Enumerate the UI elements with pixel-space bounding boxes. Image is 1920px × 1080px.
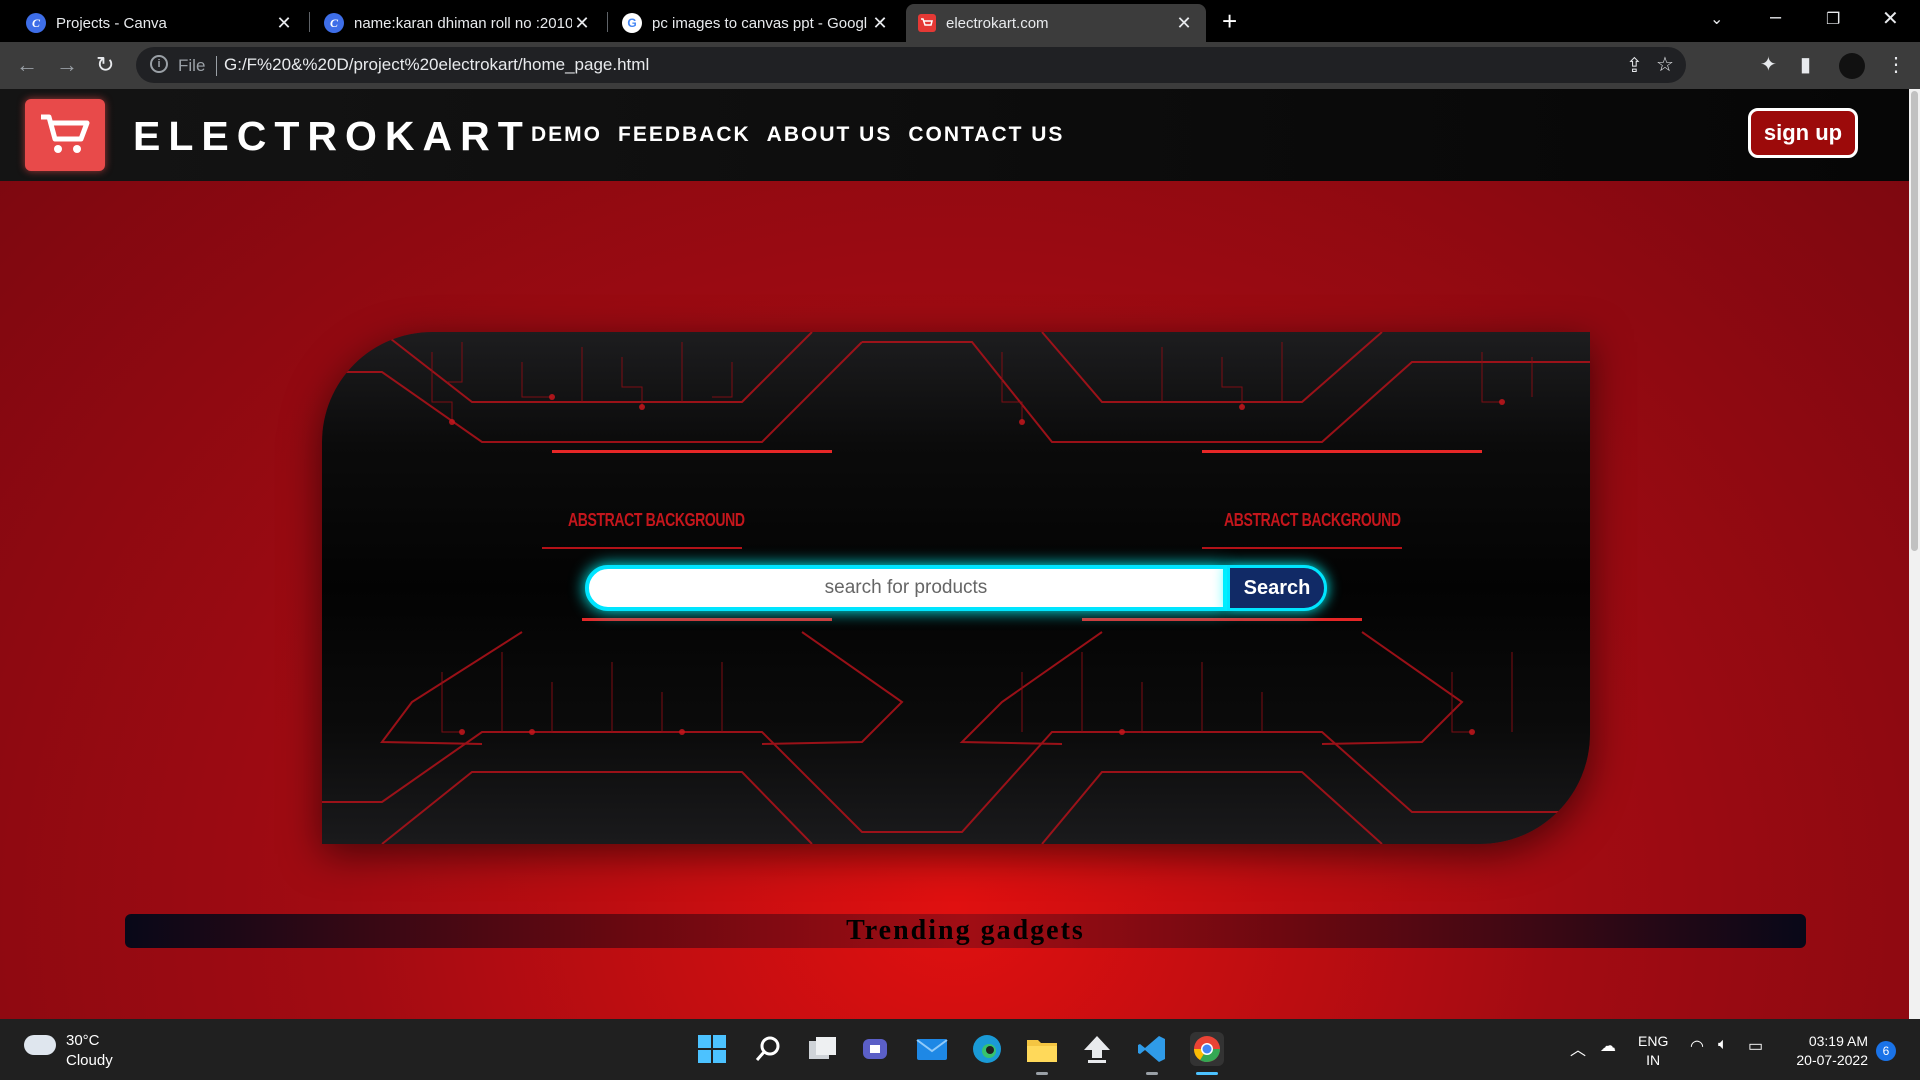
nav-about-us[interactable]: ABOUT US	[767, 123, 893, 147]
signup-button[interactable]: sign up	[1748, 108, 1858, 158]
file-scheme-label: File	[178, 56, 206, 75]
time: 03:19 AM	[1808, 1033, 1868, 1049]
date: 20-07-2022	[1796, 1052, 1868, 1068]
notification-badge[interactable]: 6	[1876, 1041, 1896, 1061]
restore-icon[interactable]: ❐	[1826, 9, 1840, 29]
tab-title: name:karan dhiman roll no :2010	[354, 14, 572, 32]
canva-icon: C	[26, 13, 46, 33]
main-nav: DEMO FEEDBACK ABOUT US CONTACT US	[531, 123, 1080, 147]
new-tab-button[interactable]: +	[1222, 6, 1237, 37]
tab-title: pc images to canvas ppt - Googl	[652, 14, 868, 32]
tab-divider	[309, 12, 310, 32]
cloud-icon[interactable]	[24, 1035, 56, 1055]
nav-demo[interactable]: DEMO	[531, 123, 602, 147]
file-explorer-icon[interactable]	[1025, 1032, 1059, 1066]
info-icon[interactable]: i	[150, 55, 168, 73]
nav-contact-us[interactable]: CONTACT US	[908, 123, 1064, 147]
close-icon[interactable]: ✕	[1174, 13, 1194, 34]
forward-icon[interactable]: →	[56, 52, 78, 78]
trending-banner: Trending gadgets	[125, 914, 1806, 948]
hero-banner: ABSTRACT BACKGROUND ABSTRACT BACKGROUND …	[322, 332, 1590, 844]
language-code: ENG	[1638, 1033, 1669, 1049]
close-icon[interactable]: ✕	[870, 13, 890, 34]
tab-title: electrokart.com	[946, 14, 1049, 32]
weather-temperature[interactable]: 30°C	[66, 1032, 100, 1049]
onedrive-cloud-icon[interactable]: ☁	[1600, 1036, 1616, 1056]
minimize-icon[interactable]: –	[1770, 6, 1781, 29]
trending-title: Trending gadgets	[846, 915, 1085, 946]
tab-google-search[interactable]: G pc images to canvas ppt - Googl ✕	[610, 4, 902, 42]
running-indicator	[1036, 1072, 1048, 1075]
tab-search-icon[interactable]: ⌄	[1710, 9, 1723, 29]
page-scrollbar[interactable]	[1909, 89, 1920, 1019]
abstract-background-text: ABSTRACT BACKGROUND	[1224, 510, 1401, 530]
close-icon[interactable]: ✕	[572, 13, 592, 34]
language-indicator[interactable]: ENG IN	[1638, 1032, 1668, 1070]
web-page: ELECTROKART DEMO FEEDBACK ABOUT US CONTA…	[0, 89, 1909, 1019]
mail-icon[interactable]	[915, 1032, 949, 1066]
url-text[interactable]: G:/F%20&%20D/project%20electrokart/home_…	[224, 55, 649, 75]
google-icon: G	[622, 13, 642, 33]
close-icon[interactable]: ✕	[274, 13, 294, 34]
side-panel-icon[interactable]: ▮	[1800, 52, 1811, 77]
clock[interactable]: 03:19 AM 20-07-2022	[1788, 1032, 1868, 1070]
active-indicator	[1196, 1072, 1218, 1075]
tab-electrokart[interactable]: electrokart.com ✕	[906, 4, 1206, 42]
browser-tab-bar: C Projects - Canva ✕ C name:karan dhiman…	[0, 0, 1920, 42]
canva-icon: C	[324, 13, 344, 33]
inkscape-icon[interactable]	[1080, 1032, 1114, 1066]
windows-start-icon[interactable]	[695, 1032, 729, 1066]
search-input[interactable]	[585, 565, 1227, 611]
search-button[interactable]: Search	[1227, 565, 1327, 611]
share-icon[interactable]: ⇪	[1626, 53, 1643, 78]
running-indicator	[1146, 1072, 1158, 1075]
reload-icon[interactable]: ↻	[96, 52, 114, 78]
taskbar: 30°C Cloudy ︿ ☁ ENG IN ◠ 🔈︎ ▭ 03:19 AM 2…	[0, 1019, 1920, 1080]
cart-logo[interactable]	[25, 99, 105, 171]
region-code: IN	[1646, 1052, 1661, 1068]
show-hidden-icons-icon[interactable]: ︿	[1570, 1036, 1586, 1060]
edge-icon[interactable]	[970, 1032, 1004, 1066]
profile-avatar[interactable]	[1839, 53, 1865, 79]
nav-feedback[interactable]: FEEDBACK	[618, 123, 751, 147]
brand-name[interactable]: ELECTROKART	[133, 113, 531, 160]
task-view-icon[interactable]	[806, 1032, 840, 1066]
volume-icon[interactable]: 🔈︎	[1718, 1036, 1728, 1054]
extensions-icon[interactable]: ✦	[1760, 52, 1777, 77]
tab-title: Projects - Canva	[56, 14, 167, 32]
address-bar[interactable]: i File G:/F%20&%20D/project%20electrokar…	[136, 47, 1686, 83]
back-icon[interactable]: ←	[16, 52, 38, 78]
divider	[216, 56, 217, 76]
teams-chat-icon[interactable]	[860, 1032, 894, 1066]
scroll-thumb[interactable]	[1911, 91, 1918, 551]
tab-divider	[607, 12, 608, 32]
bookmark-star-icon[interactable]: ☆	[1656, 52, 1674, 77]
window-close-icon[interactable]: ✕	[1882, 6, 1899, 31]
battery-icon[interactable]: ▭	[1748, 1036, 1763, 1056]
menu-icon[interactable]: ⋮	[1886, 52, 1906, 77]
weather-description[interactable]: Cloudy	[66, 1052, 113, 1069]
electrokart-icon	[918, 14, 936, 32]
browser-toolbar: ← → ↻ i File G:/F%20&%20D/project%20elec…	[0, 42, 1920, 89]
cart-icon	[41, 114, 90, 153]
chrome-icon[interactable]	[1190, 1032, 1224, 1066]
vscode-icon[interactable]	[1135, 1032, 1169, 1066]
tab-karan-canva[interactable]: C name:karan dhiman roll no :2010 ✕	[312, 4, 604, 42]
search-icon[interactable]	[751, 1032, 785, 1066]
wifi-icon[interactable]: ◠	[1690, 1036, 1704, 1056]
abstract-background-text: ABSTRACT BACKGROUND	[568, 510, 745, 530]
tab-projects-canva[interactable]: C Projects - Canva ✕	[14, 4, 306, 42]
site-header: ELECTROKART DEMO FEEDBACK ABOUT US CONTA…	[0, 89, 1909, 181]
